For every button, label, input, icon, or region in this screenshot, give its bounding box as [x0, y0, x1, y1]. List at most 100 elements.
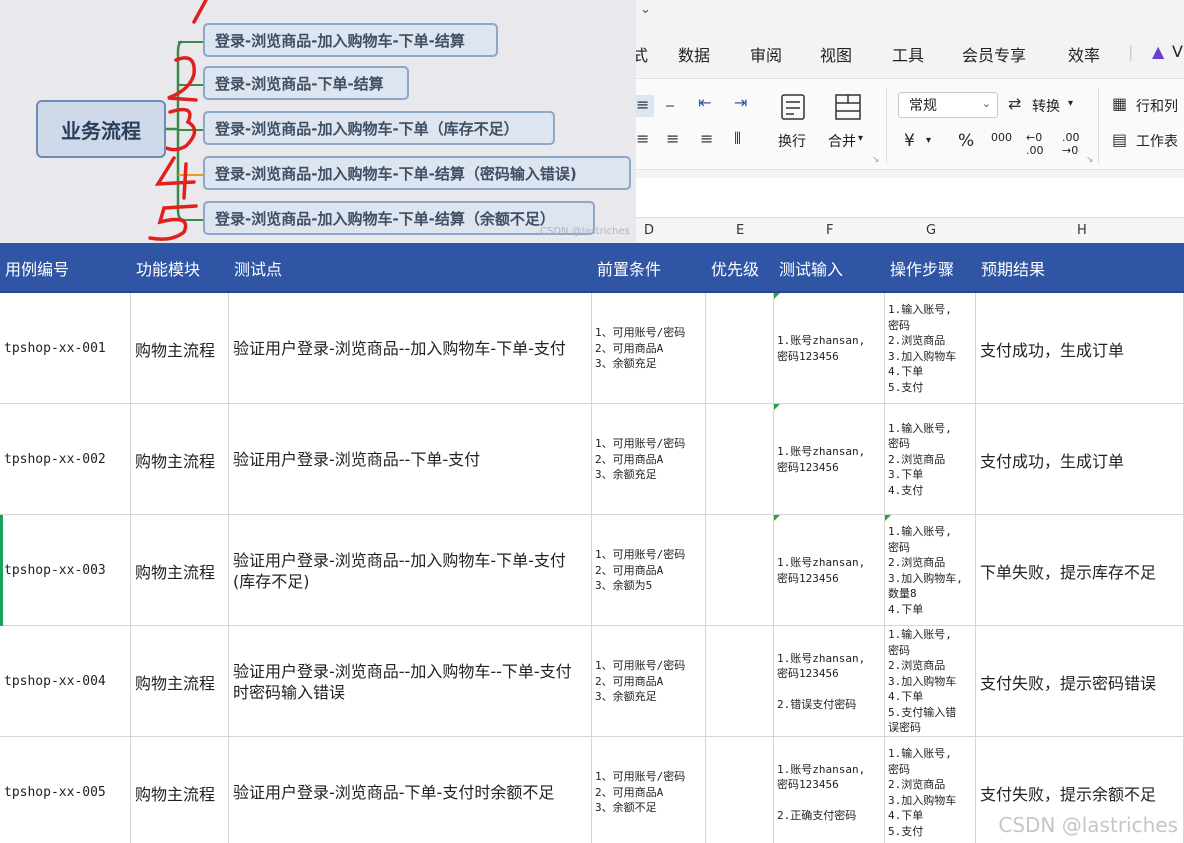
input-cell[interactable]: 1.账号zhansan, 密码123456: [774, 293, 885, 404]
table-row: tpshop-xx-003 购物主流程 验证用户登录-浏览商品--加入购物车-下单-…: [0, 515, 1184, 626]
steps-cell[interactable]: 1.输入账号, 密码 2.浏览商品 3.加入购物车 4.下单 5.支付: [885, 737, 976, 843]
merge-cells-icon: [835, 94, 861, 120]
priority-cell[interactable]: [706, 737, 774, 843]
column-header-g[interactable]: G: [926, 223, 936, 238]
align-center-icon[interactable]: ≡: [636, 129, 649, 148]
align-left-icon[interactable]: ≡: [636, 95, 654, 117]
align-right-icon[interactable]: ≡: [666, 129, 679, 148]
case-id-cell[interactable]: tpshop-xx-003: [0, 515, 131, 626]
align-bottom-icon[interactable]: ⎯: [666, 95, 674, 115]
dialog-launcher-icon[interactable]: ↘: [1086, 155, 1094, 165]
header-priority[interactable]: 优先级: [706, 243, 774, 293]
module-cell[interactable]: 购物主流程: [131, 515, 229, 626]
expected-result-cell[interactable]: 支付成功，生成订单: [976, 404, 1184, 515]
increase-decimal-icon[interactable]: ←0.00: [1026, 131, 1044, 157]
formula-bar[interactable]: [636, 178, 1184, 218]
precondition-cell[interactable]: 1、可用账号/密码 2、可用商品A 3、余额充足: [592, 404, 706, 515]
decrease-decimal-icon[interactable]: .00 →0: [1062, 131, 1080, 157]
precondition-cell[interactable]: 1、可用账号/密码 2、可用商品A 3、余额不足: [592, 737, 706, 843]
input-cell[interactable]: 1.账号zhansan, 密码123456 2.正确支付密码: [774, 737, 885, 843]
column-header-d[interactable]: D: [644, 223, 654, 238]
increase-indent-icon[interactable]: ⇥: [734, 93, 747, 112]
header-precondition[interactable]: 前置条件: [592, 243, 706, 293]
test-point-cell[interactable]: 验证用户登录-浏览商品--加入购物车-下单-支付 (库存不足): [229, 515, 592, 626]
expected-result-cell[interactable]: 下单失败，提示库存不足: [976, 515, 1184, 626]
mindmap-root-node: 业务流程: [36, 100, 166, 158]
case-id-cell[interactable]: tpshop-xx-002: [0, 404, 131, 515]
header-expected-result[interactable]: 预期结果: [976, 243, 1184, 293]
tab-efficiency[interactable]: 效率: [1068, 42, 1100, 66]
input-cell[interactable]: 1.账号zhansan, 密码123456: [774, 404, 885, 515]
steps-cell[interactable]: 1.输入账号, 密码 2.浏览商品 3.加入购物车 4.下单 5.支付输入错 误…: [885, 626, 976, 737]
tab-view[interactable]: 视图: [820, 42, 852, 66]
input-cell-text: 1.账号zhansan, 密码123456 2.正确支付密码: [777, 762, 866, 823]
tab-data[interactable]: 数据: [678, 42, 710, 66]
steps-cell-text: 1.输入账号, 密码 2.浏览商品 3.加入购物车 4.下单 5.支付输入错 误…: [888, 628, 957, 735]
test-point-cell[interactable]: 验证用户登录-浏览商品--加入购物车-下单-支付: [229, 293, 592, 404]
module-cell[interactable]: 购物主流程: [131, 293, 229, 404]
priority-cell[interactable]: [706, 515, 774, 626]
justify-icon[interactable]: ≡: [700, 129, 713, 148]
header-input[interactable]: 测试输入: [774, 243, 885, 293]
worksheet-icon: ▤: [1112, 130, 1128, 149]
precondition-cell[interactable]: 1、可用账号/密码 2、可用商品A 3、余额为5: [592, 515, 706, 626]
steps-cell[interactable]: 1.输入账号, 密码 2.浏览商品 3.加入购物车 4.下单 5.支付: [885, 293, 976, 404]
tab-tools[interactable]: 工具: [892, 42, 924, 66]
expected-result-cell[interactable]: 支付成功，生成订单: [976, 293, 1184, 404]
tab-member[interactable]: 会员专享: [962, 42, 1026, 66]
module-cell[interactable]: 购物主流程: [131, 737, 229, 843]
header-case-id[interactable]: 用例编号: [0, 243, 131, 293]
ai-logo-icon[interactable]: ▲: [1152, 42, 1164, 61]
dialog-launcher-icon[interactable]: ↘: [872, 155, 880, 165]
column-header-f[interactable]: F: [826, 223, 833, 238]
cell-flag-icon: [774, 293, 780, 299]
merge-cells-label: 合并: [828, 134, 856, 150]
test-point-cell-text: 验证用户登录-浏览商品--加入购物车-下单-支付: [233, 339, 566, 358]
chevron-down-icon[interactable]: ▾: [926, 135, 931, 146]
column-header-e[interactable]: E: [736, 223, 744, 238]
module-cell[interactable]: 购物主流程: [131, 404, 229, 515]
column-header-h[interactable]: H: [1077, 223, 1087, 238]
steps-cell[interactable]: 1.输入账号, 密码 2.浏览商品 3.下单 4.支付: [885, 404, 976, 515]
case-id-cell[interactable]: tpshop-xx-004: [0, 626, 131, 737]
precondition-cell[interactable]: 1、可用账号/密码 2、可用商品A 3、余额充足: [592, 293, 706, 404]
decrease-indent-icon[interactable]: ⇤: [698, 93, 711, 112]
tab-ai[interactable]: V: [1172, 42, 1183, 61]
steps-cell-text: 1.输入账号, 密码 2.浏览商品 3.加入购物车, 数量8 4.下单: [888, 525, 963, 616]
case-id-cell[interactable]: tpshop-xx-005: [0, 737, 131, 843]
priority-cell[interactable]: [706, 626, 774, 737]
input-cell[interactable]: 1.账号zhansan, 密码123456: [774, 515, 885, 626]
tab-style[interactable]: 式: [636, 42, 648, 66]
test-point-cell[interactable]: 验证用户登录-浏览商品-下单-支付时余额不足: [229, 737, 592, 843]
number-format-select[interactable]: 常规 ⌄: [898, 92, 998, 118]
input-cell-text: 1.账号zhansan, 密码123456: [777, 445, 866, 474]
priority-cell[interactable]: [706, 404, 774, 515]
convert-icon: ⇄: [1008, 94, 1022, 113]
priority-cell[interactable]: [706, 293, 774, 404]
distributed-icon[interactable]: ⦀: [734, 129, 741, 149]
chevron-down-icon: ▾: [858, 133, 864, 144]
case-id-cell[interactable]: tpshop-xx-001: [0, 293, 131, 404]
expected-result-cell-text: 支付成功，生成订单: [980, 451, 1125, 471]
precondition-cell[interactable]: 1、可用账号/密码 2、可用商品A 3、余额充足: [592, 626, 706, 737]
mindmap-image: 业务流程 登录-浏览商品-加入购物车-下单-结算 登录-浏览商品-下单-结算 登…: [0, 0, 636, 243]
input-cell-text: 1.账号zhansan, 密码123456: [777, 334, 866, 363]
cell-flag-icon: [885, 515, 891, 521]
header-test-point[interactable]: 测试点: [229, 243, 592, 293]
header-module[interactable]: 功能模块: [131, 243, 229, 293]
input-cell[interactable]: 1.账号zhansan, 密码123456 2.错误支付密码: [774, 626, 885, 737]
mindmap-branch-5: 登录-浏览商品-加入购物车-下单-结算（余额不足）: [203, 201, 595, 235]
test-point-cell[interactable]: 验证用户登录-浏览商品--加入购物车--下单-支付 时密码输入错误: [229, 626, 592, 737]
percent-format-button[interactable]: %: [958, 131, 974, 151]
module-cell[interactable]: 购物主流程: [131, 626, 229, 737]
header-steps[interactable]: 操作步骤: [885, 243, 976, 293]
module-cell-text: 购物主流程: [135, 340, 216, 360]
thousands-separator-button[interactable]: 000: [991, 131, 1012, 144]
currency-format-button[interactable]: ¥: [904, 131, 915, 151]
chevron-down-icon[interactable]: ⌄: [640, 2, 651, 17]
steps-cell[interactable]: 1.输入账号, 密码 2.浏览商品 3.加入购物车, 数量8 4.下单: [885, 515, 976, 626]
test-point-cell[interactable]: 验证用户登录-浏览商品--下单-支付: [229, 404, 592, 515]
tab-review[interactable]: 审阅: [750, 42, 782, 66]
steps-cell-text: 1.输入账号, 密码 2.浏览商品 3.下单 4.支付: [888, 421, 952, 497]
expected-result-cell[interactable]: 支付失败，提示密码错误: [976, 626, 1184, 737]
